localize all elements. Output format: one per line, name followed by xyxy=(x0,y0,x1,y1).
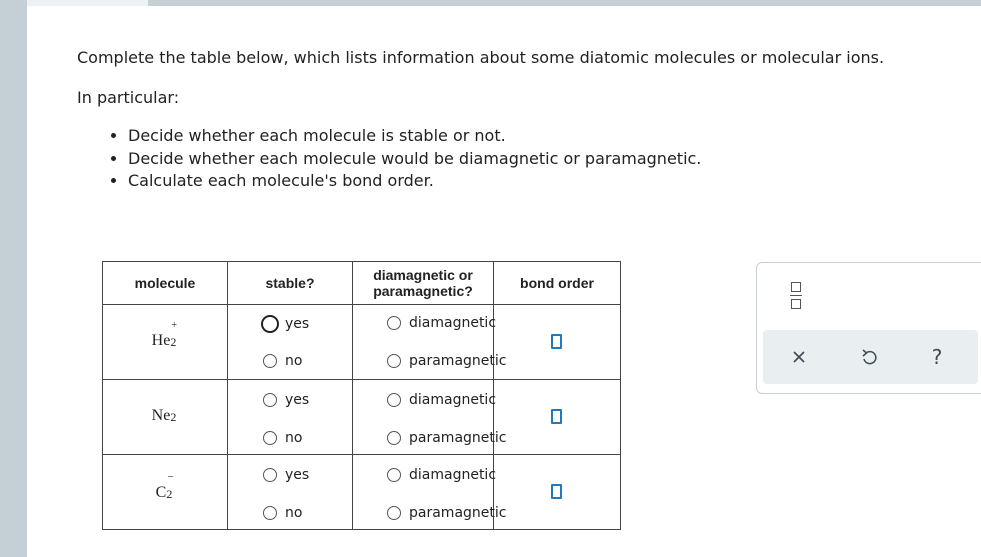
radio-button[interactable] xyxy=(263,506,277,520)
undo-icon[interactable] xyxy=(855,330,883,384)
option-label: paramagnetic xyxy=(409,505,507,521)
radio-button[interactable] xyxy=(387,354,401,368)
stable-no-option[interactable]: no xyxy=(263,505,302,521)
molecule-formula: Ne 2 xyxy=(103,404,227,425)
header-magnetic-line1: diamagnetic or xyxy=(373,267,473,283)
option-label: diamagnetic xyxy=(409,467,497,483)
option-label: yes xyxy=(285,467,310,483)
molecule-cell: Ne 2 xyxy=(102,379,228,455)
option-label: yes xyxy=(285,392,310,408)
stable-cell: yes no xyxy=(227,454,353,530)
header-bond-order: bond order xyxy=(493,261,621,305)
radio-button[interactable] xyxy=(387,431,401,445)
fraction-icon[interactable] xyxy=(790,280,804,312)
molecule-cell: He +2 xyxy=(102,304,228,380)
molecule-formula: C − 2 xyxy=(103,471,227,502)
stable-yes-option[interactable]: yes xyxy=(263,392,309,408)
formula-subscript: 2 xyxy=(166,487,173,501)
table-row: He +2 yes no diamagnetic paramagnetic xyxy=(102,304,621,380)
radio-button[interactable] xyxy=(263,393,277,407)
formula-symbol: C xyxy=(155,484,167,501)
top-tab xyxy=(27,0,148,6)
bond-order-input[interactable] xyxy=(551,334,562,349)
table-row: C − 2 yes no diamagnetic paramagnetic xyxy=(102,454,621,530)
diamagnetic-option[interactable]: diamagnetic xyxy=(387,392,496,408)
stable-yes-option[interactable]: yes xyxy=(263,467,309,483)
radio-button-selected[interactable] xyxy=(261,315,279,333)
table-row: Ne 2 yes no diamagnetic paramagnetic xyxy=(102,379,621,455)
option-label: diamagnetic xyxy=(409,315,497,331)
instruction-item: Decide whether each molecule is stable o… xyxy=(128,125,701,148)
table-header-row: molecule stable? diamagnetic or paramagne… xyxy=(102,261,621,305)
molecule-table: molecule stable? diamagnetic or paramagne… xyxy=(102,261,621,530)
left-sidebar xyxy=(0,0,27,557)
top-bar xyxy=(148,0,981,6)
paramagnetic-option[interactable]: paramagnetic xyxy=(387,353,506,369)
molecule-cell: C − 2 xyxy=(102,454,228,530)
formula-subscript: 2 xyxy=(170,410,177,424)
bond-order-input[interactable] xyxy=(551,409,562,424)
radio-button[interactable] xyxy=(387,316,401,330)
radio-button[interactable] xyxy=(387,468,401,482)
option-label: no xyxy=(285,430,303,446)
option-label: no xyxy=(285,353,303,369)
stable-cell: yes no xyxy=(227,379,353,455)
answer-toolbar: ? xyxy=(763,330,978,384)
radio-button[interactable] xyxy=(263,354,277,368)
bond-order-cell xyxy=(493,304,621,380)
option-label: no xyxy=(285,505,303,521)
stable-no-option[interactable]: no xyxy=(263,353,302,369)
header-magnetic-line2: paramagnetic? xyxy=(373,283,473,299)
header-stable: stable? xyxy=(227,261,353,305)
radio-button[interactable] xyxy=(263,431,277,445)
magnetic-cell: diamagnetic paramagnetic xyxy=(352,304,506,380)
intro-text: Complete the table below, which lists in… xyxy=(77,48,885,67)
header-magnetic: diamagnetic or paramagnetic? xyxy=(352,261,494,305)
help-icon[interactable]: ? xyxy=(923,330,951,384)
diamagnetic-option[interactable]: diamagnetic xyxy=(387,467,496,483)
option-label: paramagnetic xyxy=(409,353,507,369)
formula-subscript: 2 xyxy=(170,335,177,349)
molecule-formula: He +2 xyxy=(103,320,227,350)
paramagnetic-option[interactable]: paramagnetic xyxy=(387,430,506,446)
close-icon[interactable] xyxy=(785,330,813,384)
header-molecule: molecule xyxy=(102,261,228,305)
option-label: yes xyxy=(285,316,310,332)
magnetic-cell: diamagnetic paramagnetic xyxy=(352,379,506,455)
formula-symbol: Ne xyxy=(151,407,171,424)
stable-cell: yes no xyxy=(227,304,353,380)
radio-button[interactable] xyxy=(263,468,277,482)
radio-button[interactable] xyxy=(387,393,401,407)
stable-no-option[interactable]: no xyxy=(263,430,302,446)
radio-button[interactable] xyxy=(387,506,401,520)
diamagnetic-option[interactable]: diamagnetic xyxy=(387,315,496,331)
formula-symbol: He xyxy=(151,332,171,349)
bond-order-cell xyxy=(493,379,621,455)
magnetic-cell: diamagnetic paramagnetic xyxy=(352,454,506,530)
option-label: paramagnetic xyxy=(409,430,507,446)
formula-charge: + xyxy=(171,320,177,331)
paramagnetic-option[interactable]: paramagnetic xyxy=(387,505,506,521)
option-label: diamagnetic xyxy=(409,392,497,408)
particular-text: In particular: xyxy=(77,88,180,107)
instruction-item: Calculate each molecule's bond order. xyxy=(128,170,701,193)
formula-charge: − xyxy=(167,471,174,483)
bond-order-input[interactable] xyxy=(551,484,562,499)
stable-yes-option[interactable]: yes xyxy=(261,315,310,333)
instruction-item: Decide whether each molecule would be di… xyxy=(128,148,701,171)
instruction-list: Decide whether each molecule is stable o… xyxy=(106,125,701,193)
bond-order-cell xyxy=(493,454,621,530)
